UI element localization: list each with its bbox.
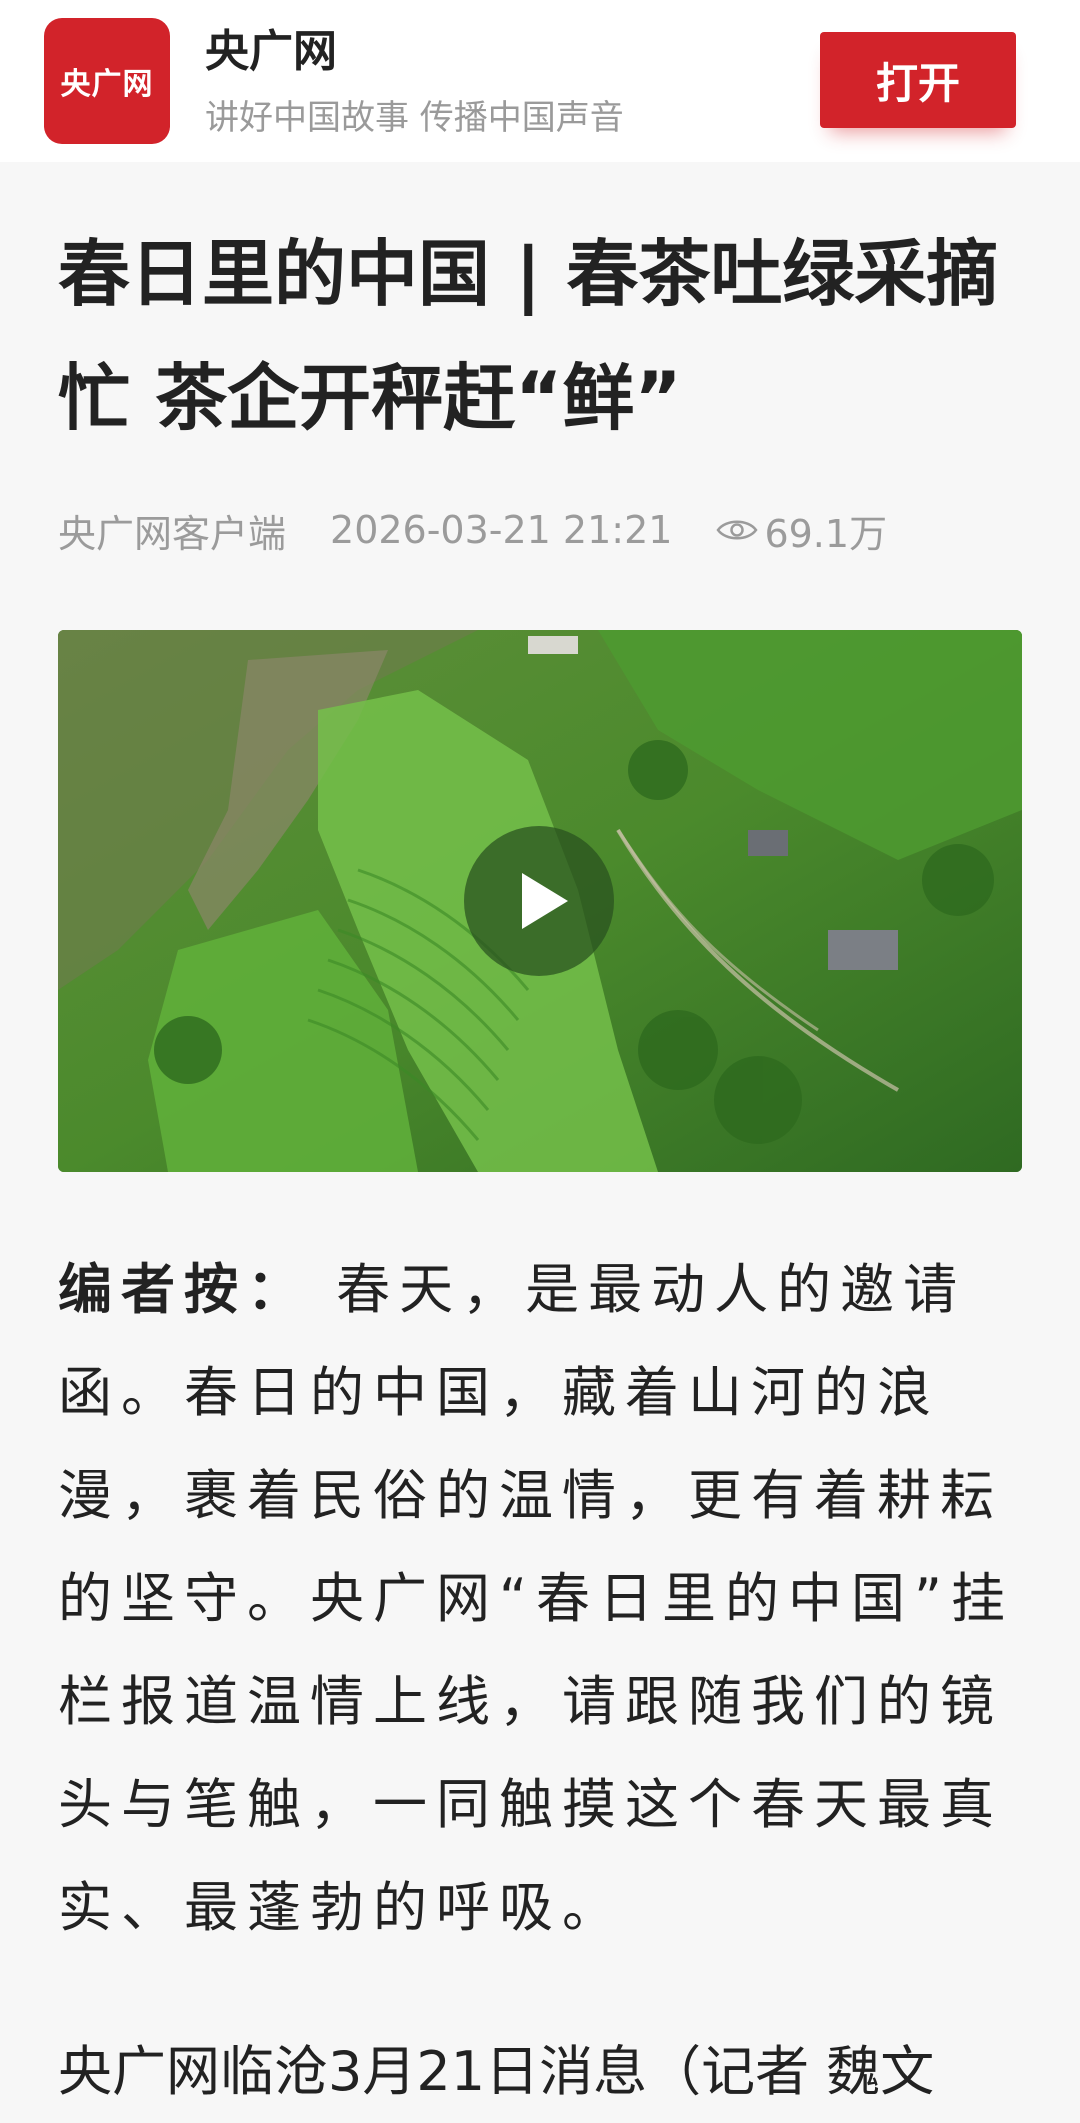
article-source: 央广网客户端: [58, 511, 287, 556]
play-button[interactable]: [464, 826, 614, 976]
app-logo[interactable]: 央广网: [44, 18, 170, 144]
editor-note: 编者按： 春天，是最动人的邀请函。春日的中国，藏着山河的浪漫，裹着民俗的温情，更…: [58, 1238, 1022, 1959]
article-title: 春日里的中国 | 春茶吐绿采摘忙 茶企开秤赶“鲜”: [58, 232, 999, 440]
view-count-value: 69.1万: [764, 511, 888, 556]
app-banner: 央广网 央广网 讲好中国故事 传播中国声音 打开: [0, 0, 1080, 162]
app-name: 央广网: [205, 26, 337, 77]
article-datetime: 2026-03-21 21:21: [330, 508, 673, 552]
app-slogan: 讲好中国故事 传播中国声音: [205, 98, 624, 138]
play-icon: [522, 873, 568, 929]
article-meta: 央广网客户端 2026-03-21 21:21 69.1万: [58, 500, 887, 560]
view-count: 69.1万: [716, 503, 887, 558]
open-app-button[interactable]: 打开: [820, 32, 1016, 128]
editor-note-text: 春天，是最动人的邀请函。春日的中国，藏着山河的浪漫，裹着民俗的温情，更有着耕耘的…: [58, 1258, 1014, 1939]
article-first-paragraph: 央广网临沧3月21日消息（记者 魏文: [58, 2040, 935, 2103]
eye-icon: [716, 520, 759, 540]
editor-note-label: 编者按：: [58, 1258, 310, 1321]
video-player[interactable]: [58, 630, 1022, 1172]
logo-text: 央广网: [60, 67, 154, 102]
